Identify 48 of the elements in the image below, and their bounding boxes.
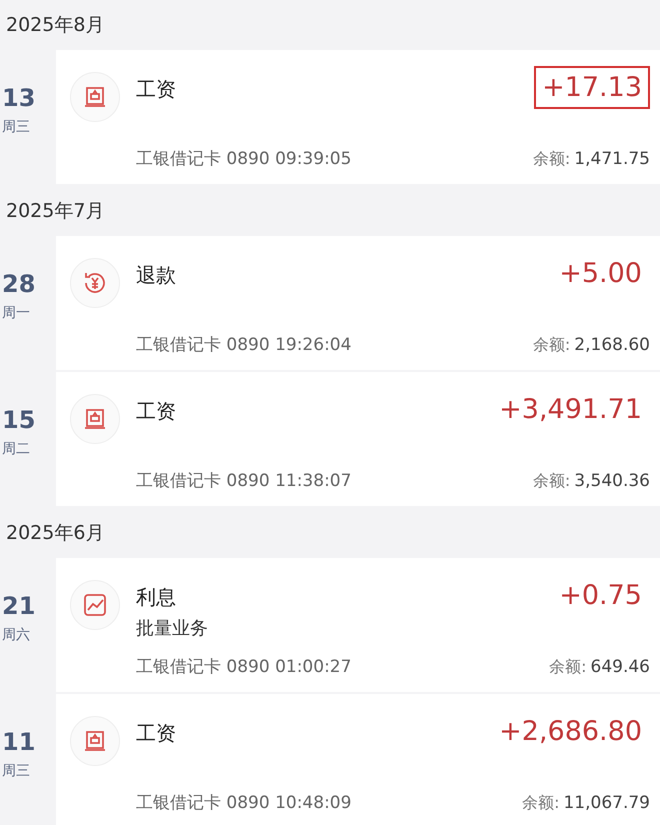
month-header: 2025年8月 [5, 13, 106, 38]
month-header: 2025年7月 [5, 199, 106, 224]
amount: +17.13 [534, 66, 650, 109]
amount: +2,686.80 [498, 715, 643, 749]
weekday: 周一 [2, 304, 30, 322]
transaction-title: 工资 [136, 720, 177, 747]
transaction-title: 退款 [136, 262, 177, 289]
balance-label: 余额: [532, 149, 570, 170]
transaction-subtitle: 批量业务 [136, 617, 209, 641]
balance-value: 1,471.75 [574, 149, 650, 169]
transaction-title: 利息 [136, 584, 177, 611]
amount: +3,491.71 [498, 393, 643, 427]
amount: +0.75 [558, 579, 643, 613]
transaction-card[interactable]: 工资 工银借记卡 0890 10:48:09 +2,686.80 余额: 11,067.79 [56, 694, 660, 825]
document-icon [82, 728, 108, 754]
account-time: 工银借记卡 0890 01:00:27 [136, 656, 352, 678]
transaction-card[interactable]: 利息 批量业务 工银借记卡 0890 01:00:27 +0.75 余额: 649.46 [56, 558, 660, 692]
account-time: 工银借记卡 0890 09:39:05 [136, 148, 352, 170]
account-time: 工银借记卡 0890 11:38:07 [136, 470, 352, 492]
day-number: 13 [2, 84, 36, 112]
weekday: 周三 [2, 762, 30, 780]
month-header: 2025年6月 [5, 521, 106, 546]
transaction-title: 工资 [136, 76, 177, 103]
weekday: 周六 [2, 626, 30, 644]
balance-value: 649.46 [590, 657, 650, 677]
weekday: 周二 [2, 440, 30, 458]
day-number: 15 [2, 406, 36, 434]
document-icon [82, 84, 108, 110]
balance-label: 余额: [522, 793, 560, 814]
transaction-card[interactable]: 工资 工银借记卡 0890 11:38:07 +3,491.71 余额: 3,540.36 [56, 372, 660, 506]
day-number: 11 [2, 728, 36, 756]
balance-label: 余额: [532, 471, 570, 492]
amount: +5.00 [558, 257, 643, 291]
day-number: 28 [2, 270, 36, 298]
transaction-card[interactable]: 工资 工银借记卡 0890 09:39:05 +17.13 余额: 1,471.75 [56, 50, 660, 184]
document-icon [82, 406, 108, 432]
balance-label: 余额: [549, 657, 587, 678]
account-time: 工银借记卡 0890 19:26:04 [136, 334, 352, 356]
weekday: 周三 [2, 118, 30, 136]
balance-value: 3,540.36 [574, 471, 650, 491]
balance-label: 余额: [532, 335, 570, 356]
balance-value: 11,067.79 [563, 793, 650, 813]
transaction-card[interactable]: 退款 工银借记卡 0890 19:26:04 +5.00 余额: 2,168.60 [56, 236, 660, 370]
day-number: 21 [2, 592, 36, 620]
transaction-title: 工资 [136, 398, 177, 425]
chart-icon [82, 592, 108, 618]
account-time: 工银借记卡 0890 10:48:09 [136, 792, 352, 814]
balance-value: 2,168.60 [574, 335, 650, 355]
